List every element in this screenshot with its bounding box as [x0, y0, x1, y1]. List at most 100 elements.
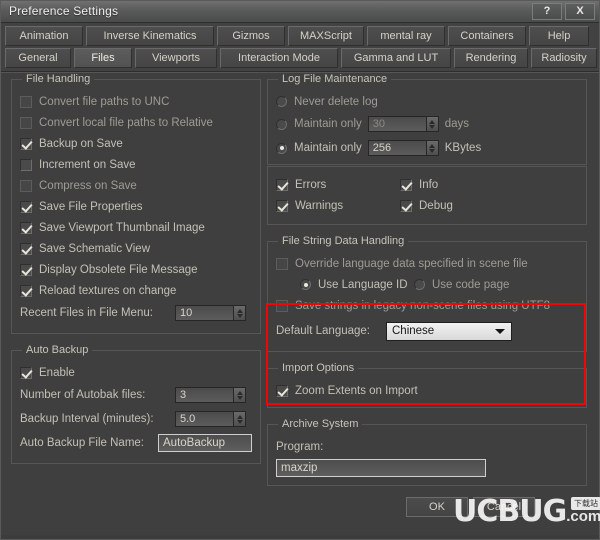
radio-never-delete-log[interactable] — [276, 96, 287, 107]
checkbox-row-zoom-extents[interactable]: Zoom Extents on Import — [276, 380, 578, 401]
spinner-down-icon[interactable] — [429, 124, 436, 129]
close-button[interactable]: X — [565, 3, 595, 20]
checkbox-row-convert-relative[interactable]: Convert local file paths to Relative — [20, 112, 252, 133]
checkbox-info[interactable] — [400, 178, 412, 191]
file-handling-legend: File Handling — [26, 73, 91, 85]
recent-files-spinner[interactable]: 10 — [175, 305, 246, 321]
recent-files-spinner-arrows[interactable] — [233, 305, 246, 321]
checkbox-row-save-viewport-thumbnail[interactable]: Save Viewport Thumbnail Image — [20, 217, 252, 238]
spinner-up-icon[interactable] — [429, 119, 436, 124]
label-warnings: Warnings — [295, 199, 344, 212]
checkbox-save-strings-legacy-utf8[interactable] — [276, 299, 288, 312]
checkbox-row-backup-on-save[interactable]: Backup on Save — [20, 133, 252, 154]
tab-mental-ray[interactable]: mental ray — [367, 26, 445, 46]
checkbox-backup-on-save[interactable] — [20, 137, 32, 150]
checkbox-row-save-file-properties[interactable]: Save File Properties — [20, 196, 252, 217]
radio-maintain-only-kbytes[interactable] — [276, 142, 287, 154]
ok-button[interactable]: OK — [406, 497, 468, 517]
checkbox-display-obsolete-file-message[interactable] — [20, 263, 32, 276]
radio-row-maintain-days[interactable]: Maintain only 30 days — [276, 112, 578, 136]
tab-interaction-mode[interactable]: Interaction Mode — [220, 48, 338, 68]
radio-use-code-page[interactable] — [414, 279, 425, 290]
checkbox-row-enable-auto-backup[interactable]: Enable — [20, 362, 252, 383]
checkbox-increment-on-save[interactable] — [20, 158, 32, 171]
log-file-maintenance-group: Log File Maintenance Never delete log Ma… — [267, 73, 587, 165]
log-types-row-1: Errors Info — [276, 174, 578, 195]
checkbox-row-compress-on-save[interactable]: Compress on Save — [20, 175, 252, 196]
checkbox-row-save-schematic-view[interactable]: Save Schematic View — [20, 238, 252, 259]
radio-row-never-delete-log[interactable]: Never delete log — [276, 91, 578, 112]
maintain-kbytes-spinner-arrows[interactable] — [425, 140, 439, 156]
label-increment-on-save: Increment on Save — [39, 158, 136, 171]
checkbox-errors[interactable] — [276, 178, 288, 191]
label-never-delete-log: Never delete log — [294, 95, 378, 108]
checkbox-row-display-obsolete-message[interactable]: Display Obsolete File Message — [20, 259, 252, 280]
spinner-down-icon[interactable] — [236, 395, 243, 400]
backup-interval-spinner[interactable]: 5.0 — [175, 411, 246, 427]
checkbox-convert-local-file-paths-to-relative[interactable] — [20, 116, 32, 129]
tab-gamma-and-lut[interactable]: Gamma and LUT — [341, 48, 451, 68]
tab-radiosity[interactable]: Radiosity — [531, 48, 597, 68]
import-options-group: Import Options Zoom Extents on Import — [267, 362, 587, 408]
maintain-kbytes-input[interactable]: 256 — [367, 140, 426, 156]
radio-use-language-id[interactable] — [300, 279, 311, 290]
checkbox-compress-on-save[interactable] — [20, 179, 32, 192]
checkbox-zoom-extents-on-import[interactable] — [276, 384, 288, 397]
maintain-days-spinner[interactable]: 30 — [367, 116, 439, 132]
checkbox-save-file-properties[interactable] — [20, 200, 32, 213]
label-use-code-page: Use code page — [432, 278, 510, 291]
checkbox-warnings[interactable] — [276, 199, 288, 212]
checkbox-reload-textures-on-change[interactable] — [20, 284, 32, 297]
num-autobak-files-label: Number of Autobak files: — [20, 389, 146, 401]
backup-interval-input[interactable]: 5.0 — [175, 411, 233, 427]
auto-backup-file-name-input[interactable]: AutoBackup — [158, 434, 252, 452]
default-language-dropdown[interactable]: Chinese — [386, 321, 512, 341]
maintain-days-spinner-arrows[interactable] — [425, 116, 439, 132]
file-string-legend: File String Data Handling — [282, 235, 405, 247]
num-autobak-files-spinner[interactable]: 3 — [175, 387, 246, 403]
maintain-kbytes-spinner[interactable]: 256 — [367, 140, 439, 156]
spinner-up-icon[interactable] — [236, 414, 243, 419]
checkbox-override-language-data[interactable] — [276, 257, 288, 270]
recent-files-input[interactable]: 10 — [175, 305, 233, 321]
checkbox-row-increment-on-save[interactable]: Increment on Save — [20, 154, 252, 175]
radio-row-maintain-kbytes[interactable]: Maintain only 256 KBytes — [276, 136, 578, 160]
label-compress-on-save: Compress on Save — [39, 179, 137, 192]
backup-interval-spinner-arrows[interactable] — [233, 411, 246, 427]
file-handling-group: File Handling Convert file paths to UNC … — [11, 73, 261, 334]
checkbox-save-schematic-view[interactable] — [20, 242, 32, 255]
spinner-down-icon[interactable] — [429, 148, 436, 153]
checkbox-row-convert-unc[interactable]: Convert file paths to UNC — [20, 91, 252, 112]
archive-program-input[interactable]: maxzip — [276, 459, 486, 477]
tab-viewports[interactable]: Viewports — [135, 48, 217, 68]
spinner-down-icon[interactable] — [236, 313, 243, 318]
cancel-button[interactable]: Cancel — [473, 497, 535, 517]
checkbox-enable-auto-backup[interactable] — [20, 366, 32, 379]
checkbox-row-legacy-utf8[interactable]: Save strings in legacy non-scene files u… — [276, 295, 578, 316]
checkbox-save-viewport-thumbnail-image[interactable] — [20, 221, 32, 234]
tab-containers[interactable]: Containers — [448, 26, 526, 46]
tab-files[interactable]: Files — [74, 48, 132, 68]
tab-animation[interactable]: Animation — [5, 26, 83, 46]
tab-general[interactable]: General — [5, 48, 71, 68]
checkbox-row-reload-textures[interactable]: Reload textures on change — [20, 280, 252, 301]
tab-rendering[interactable]: Rendering — [454, 48, 528, 68]
radio-maintain-only-days[interactable] — [276, 118, 287, 130]
tab-gizmos[interactable]: Gizmos — [217, 26, 285, 46]
spinner-up-icon[interactable] — [236, 390, 243, 395]
spinner-down-icon[interactable] — [236, 419, 243, 424]
tab-inverse-kinematics[interactable]: Inverse Kinematics — [86, 26, 214, 46]
tab-help[interactable]: Help — [529, 26, 589, 46]
help-button[interactable]: ? — [532, 3, 562, 20]
import-options-legend: Import Options — [282, 362, 355, 374]
checkbox-convert-file-paths-to-unc[interactable] — [20, 95, 32, 108]
num-autobak-spinner-arrows[interactable] — [233, 387, 246, 403]
checkbox-row-override-language[interactable]: Override language data specified in scen… — [276, 253, 578, 274]
num-autobak-files-input[interactable]: 3 — [175, 387, 233, 403]
spinner-up-icon[interactable] — [236, 308, 243, 313]
maintain-days-input[interactable]: 30 — [367, 116, 426, 132]
spinner-up-icon[interactable] — [429, 143, 436, 148]
checkbox-debug[interactable] — [400, 199, 412, 212]
tab-maxscript[interactable]: MAXScript — [288, 26, 364, 46]
chevron-down-icon[interactable] — [495, 329, 505, 334]
